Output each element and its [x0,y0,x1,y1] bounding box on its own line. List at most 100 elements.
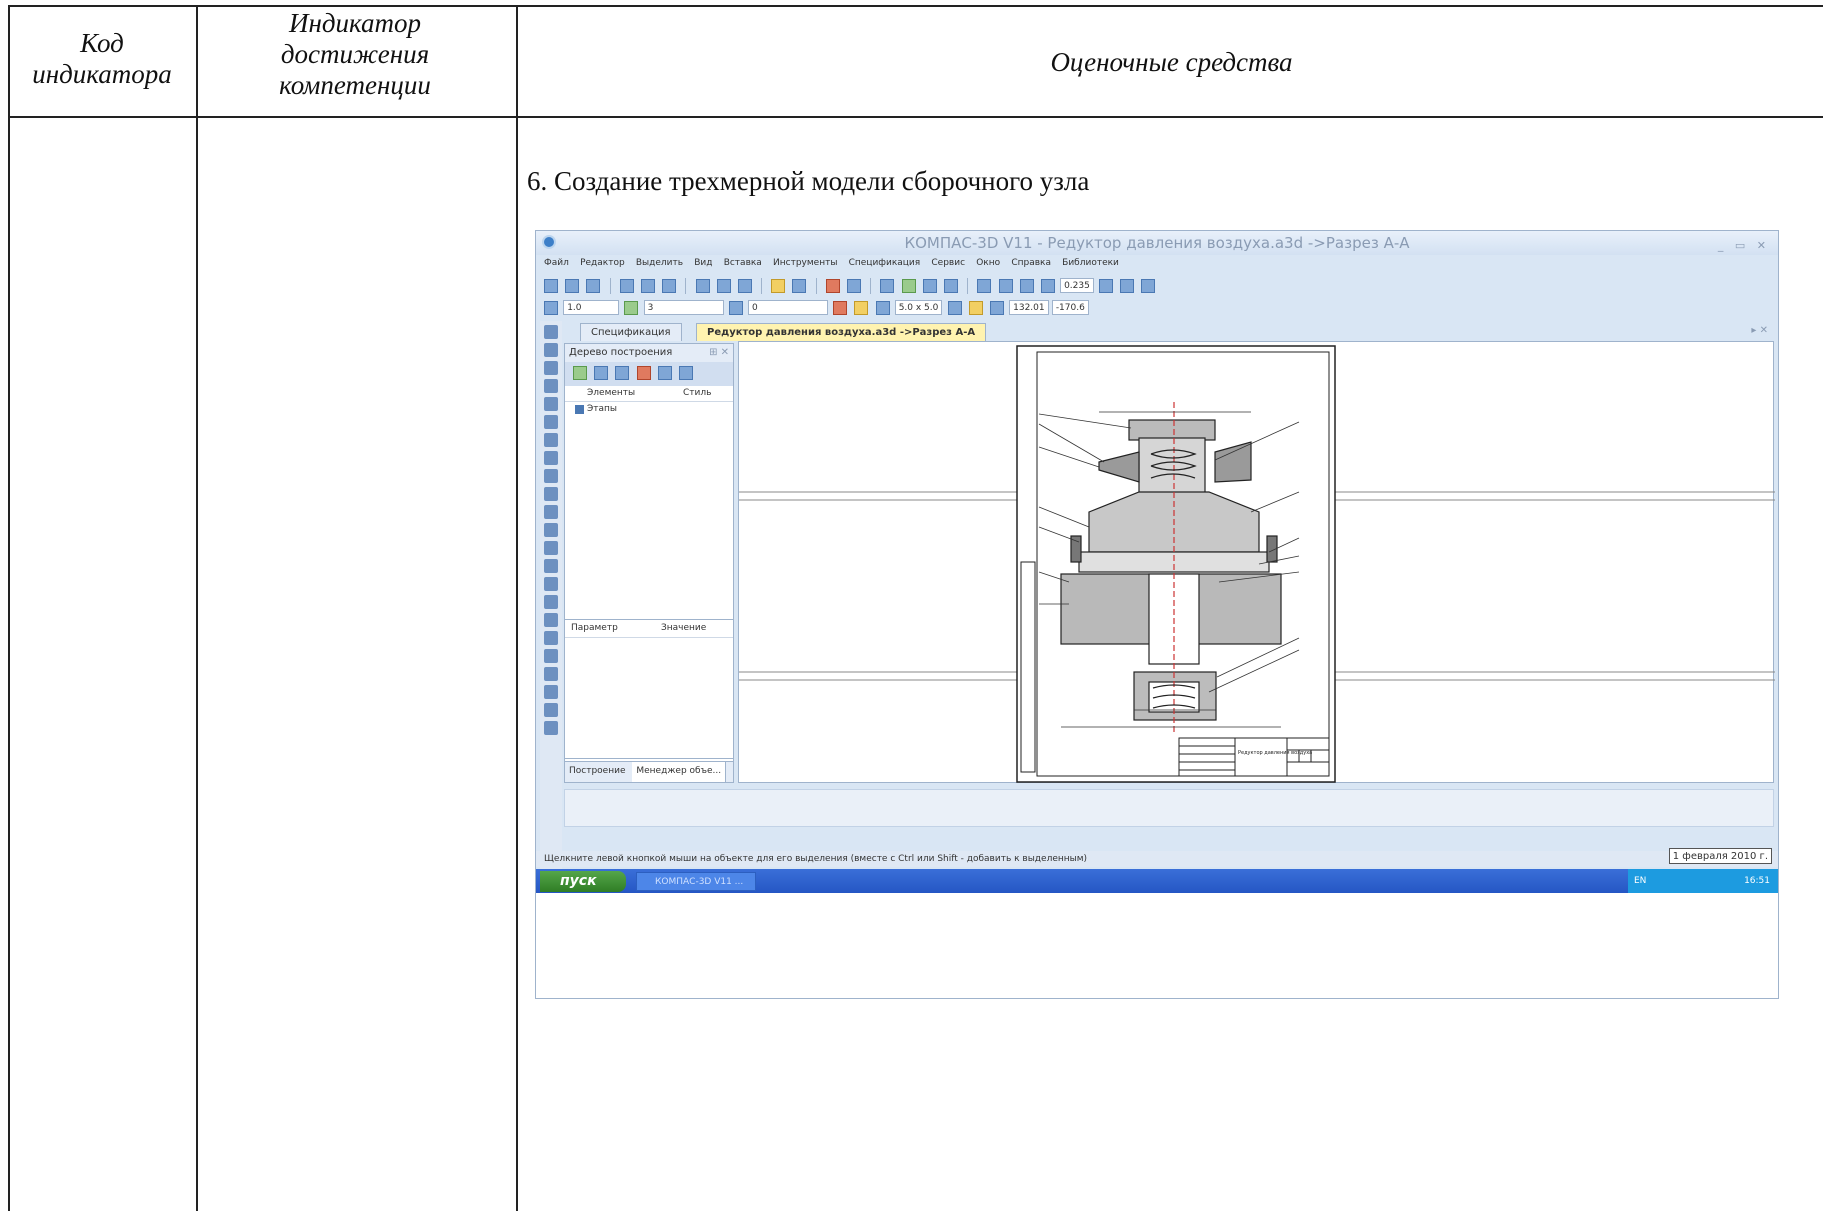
tree-columns: Элементы Стиль [565,386,733,402]
menu-help[interactable]: Справка [1011,258,1051,268]
window-controls-icon[interactable]: _ ▭ ✕ [1718,234,1770,258]
coord-y-field[interactable]: -170.6 [1051,300,1089,315]
copy-icon[interactable] [716,279,731,293]
preview-icon[interactable] [640,279,655,293]
language-indicator[interactable]: EN [1634,869,1646,893]
select-icon[interactable] [544,433,558,447]
edit-icon[interactable] [544,379,558,393]
measure-icon[interactable] [544,415,558,429]
zoom-in-icon[interactable] [998,279,1013,293]
menu-edit[interactable]: Редактор [580,258,625,268]
zoom-out-icon[interactable] [1019,279,1034,293]
library-icon[interactable] [901,279,916,293]
layers-icon[interactable] [1141,279,1156,293]
circle-icon[interactable] [544,541,558,555]
parameters-header: Параметр Значение [565,620,733,638]
tree-tool-icon[interactable] [594,366,609,380]
segment-icon[interactable] [544,505,558,519]
designations-icon[interactable] [544,361,558,375]
pan-icon[interactable] [1099,279,1114,293]
coord-x-field[interactable]: 132.01 [1009,300,1049,315]
equidistant-icon[interactable] [544,703,558,717]
zoom-window-icon[interactable] [977,279,992,293]
line-width-field[interactable]: 1.0 [563,300,620,315]
menu-view[interactable]: Вид [694,258,712,268]
tree-help-icon[interactable] [678,366,693,380]
tree-delete-icon[interactable] [636,366,651,380]
tabs-close-icon[interactable]: ▸ ✕ [1751,325,1768,336]
tab-assembly-section[interactable]: Редуктор давления воздуха.a3d ->Разрез А… [696,323,987,341]
tab-specification[interactable]: Спецификация [580,323,682,341]
contour-icon[interactable] [544,721,558,735]
grid-field[interactable]: 5.0 x 5.0 [894,300,943,315]
style-field[interactable]: 0 [747,300,828,315]
menu-file[interactable]: Файл [544,258,569,268]
menu-specification[interactable]: Спецификация [849,258,921,268]
arc-icon[interactable] [544,559,558,573]
cut-icon[interactable] [695,279,710,293]
spline-icon[interactable] [544,595,558,609]
print-icon[interactable] [619,279,634,293]
undo-icon[interactable] [825,279,840,293]
help-cursor-icon[interactable] [943,279,958,293]
hatch-icon[interactable] [544,685,558,699]
table-icon[interactable] [792,279,807,293]
zoom-field[interactable]: 0.235 [1060,278,1094,293]
local-cs-icon[interactable] [947,301,962,315]
snap-icon[interactable] [833,301,848,315]
open-file-icon[interactable] [565,279,580,293]
new-file-icon[interactable] [544,279,558,293]
zoom-scale-icon[interactable] [1040,279,1055,293]
point-icon[interactable] [544,487,558,501]
taskbar-item-kompas[interactable]: КОМПАС-3D V11 ... [636,872,756,891]
variables-icon[interactable] [922,279,937,293]
layer-field[interactable]: 3 [643,300,724,315]
header-indicator: Индикатор достижения компетенции [279,8,431,100]
header-code: Код индикатора [32,28,172,89]
tree-tool-icon[interactable] [657,366,672,380]
property-bar [564,789,1774,827]
header-assessment: Оценочные средства [1050,47,1293,77]
tab-object-manager[interactable]: Менеджер объе... [632,762,727,782]
dimensions-icon[interactable] [544,343,558,357]
ellipse-icon[interactable] [544,577,558,591]
menu-select[interactable]: Выделить [636,258,683,268]
geometry-icon[interactable] [544,325,558,339]
reports-icon[interactable] [544,469,558,483]
menu-insert[interactable]: Вставка [724,258,762,268]
chamfer-icon[interactable] [544,649,558,663]
save-icon[interactable] [586,279,601,293]
fillet-icon[interactable] [544,631,558,645]
title-block [1178,737,1330,777]
aux-line-icon[interactable] [544,523,558,537]
tree-tool-icon[interactable] [573,366,587,380]
polyline-icon[interactable] [544,613,558,627]
properties-icon[interactable] [662,279,677,293]
menu-libraries[interactable]: Библиотеки [1062,258,1119,268]
spec-icon[interactable] [544,451,558,465]
rectangle-icon[interactable] [544,667,558,681]
refresh-icon[interactable] [1120,279,1135,293]
menu-window[interactable]: Окно [976,258,1000,268]
ortho-icon[interactable] [854,301,869,315]
start-button[interactable]: пуск [540,871,626,892]
redo-icon[interactable] [847,279,861,293]
document-tabs: Спецификация Редуктор давления воздуха.a… [570,323,1772,341]
format-icon[interactable] [771,279,786,293]
manager-icon[interactable] [880,279,895,293]
round-icon[interactable] [968,301,983,315]
menu-service[interactable]: Сервис [931,258,965,268]
table-left-border [8,5,10,1211]
grid-icon[interactable] [875,301,890,315]
tree-col-style: Стиль [683,388,712,398]
drawing-canvas[interactable]: Редуктор давления воздуха [738,341,1775,783]
tree-close-icon[interactable]: ⊞ ✕ [709,344,729,362]
toolbar-current-state: 1.0 3 0 5.0 x 5.0 132.01 -170.6 [542,297,1772,319]
tree-tool-icon[interactable] [615,366,630,380]
tree-node-stages[interactable]: Этапы [565,402,733,414]
menu-tools[interactable]: Инструменты [773,258,837,268]
paste-icon[interactable] [737,279,752,293]
parametrization-icon[interactable] [544,397,558,411]
embedded-screenshot: КОМПАС-3D V11 - Редуктор давления воздух… [535,230,1779,999]
tab-build[interactable]: Построение [565,762,630,776]
